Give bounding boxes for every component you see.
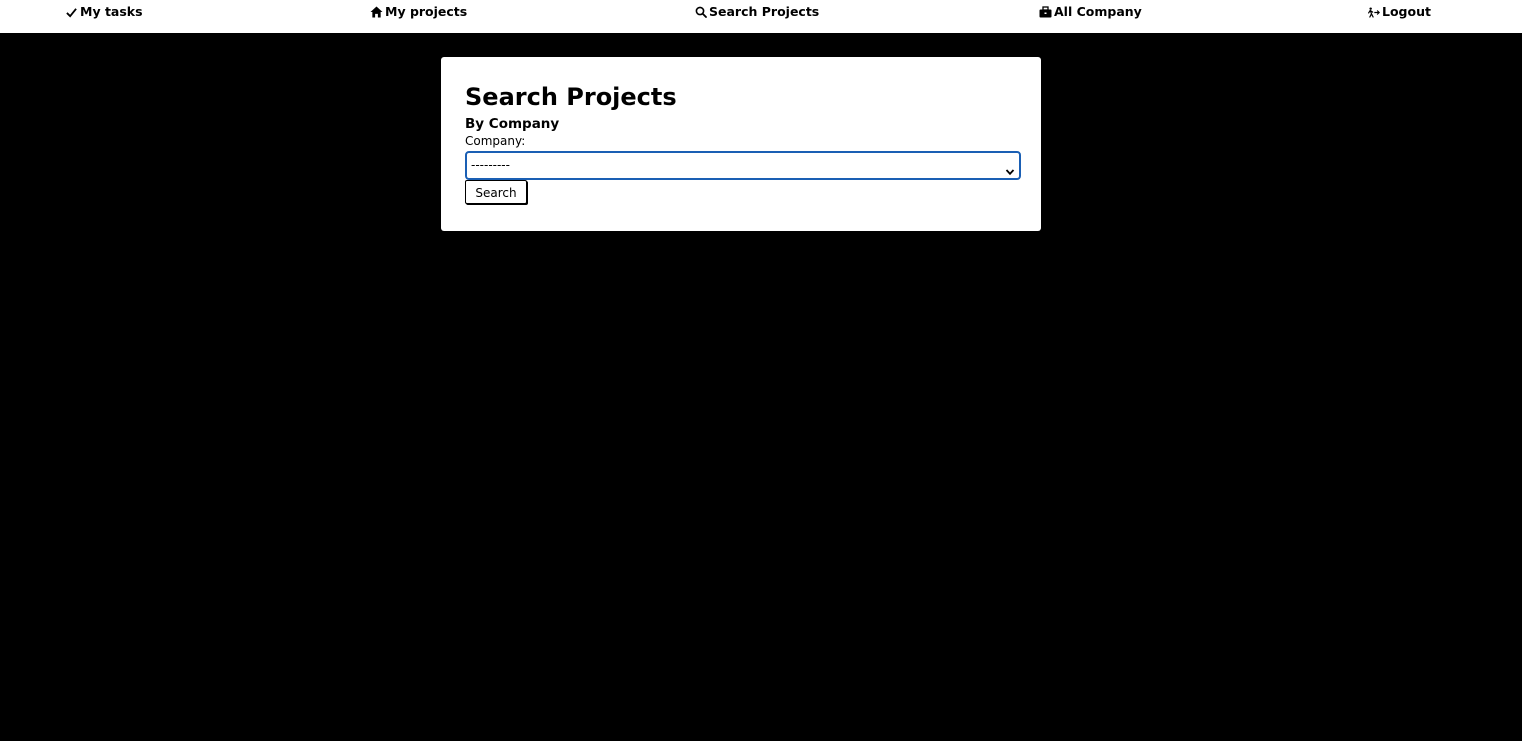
nav-all-company[interactable]: All Company <box>1039 0 1142 24</box>
company-select[interactable]: --------- <box>465 151 1021 180</box>
home-icon <box>370 6 383 19</box>
nav-search-projects[interactable]: Search Projects <box>694 0 819 24</box>
search-button[interactable]: Search <box>465 180 527 204</box>
logout-walk-icon <box>1367 6 1380 19</box>
section-subtitle: By Company <box>465 116 560 132</box>
search-projects-card: Search Projects By Company Company: ----… <box>441 57 1041 231</box>
nav-search-projects-label: Search Projects <box>709 4 820 19</box>
nav-my-tasks-label: My tasks <box>80 4 143 19</box>
nav-logout-label: Logout <box>1382 4 1431 19</box>
top-navigation: My tasks My projects Search Projects All… <box>0 0 1522 33</box>
check-icon <box>65 6 78 19</box>
search-icon <box>694 6 707 19</box>
nav-logout[interactable]: Logout <box>1367 0 1431 24</box>
nav-my-projects[interactable]: My projects <box>370 0 467 24</box>
nav-my-tasks[interactable]: My tasks <box>65 0 143 24</box>
briefcase-icon <box>1039 6 1052 19</box>
chevron-down-icon <box>1005 161 1015 176</box>
nav-my-projects-label: My projects <box>385 4 468 19</box>
company-field-label: Company: <box>465 134 526 148</box>
nav-all-company-label: All Company <box>1054 4 1142 19</box>
page-title: Search Projects <box>465 83 677 111</box>
company-select-value: --------- <box>471 158 510 172</box>
